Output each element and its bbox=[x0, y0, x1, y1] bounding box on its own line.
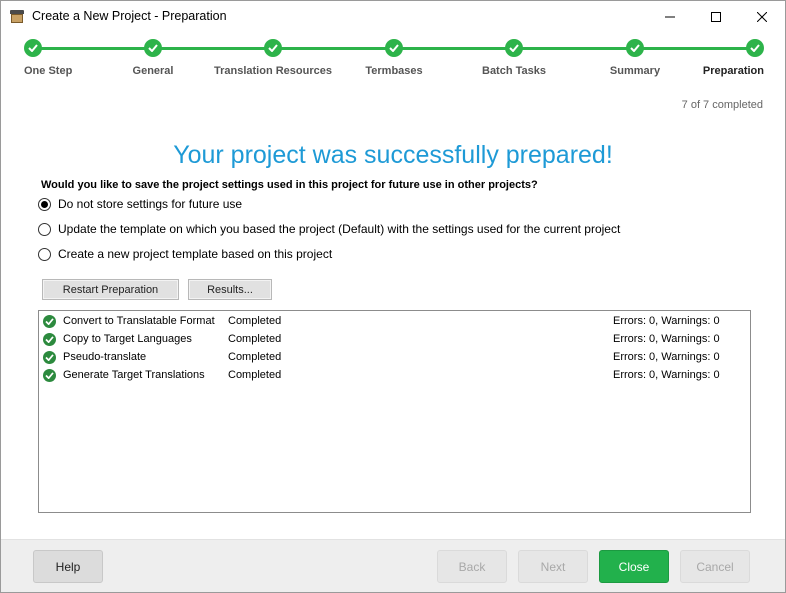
task-summary: Errors: 0, Warnings: 0 bbox=[613, 315, 720, 327]
checkmark-icon bbox=[385, 39, 403, 57]
list-item[interactable]: Convert to Translatable Format Completed… bbox=[39, 312, 750, 330]
maximize-button[interactable] bbox=[693, 1, 739, 32]
restart-preparation-button[interactable]: Restart Preparation bbox=[42, 279, 179, 300]
step-batch-tasks[interactable]: Batch Tasks bbox=[482, 39, 546, 79]
title-bar[interactable]: Create a New Project - Preparation bbox=[1, 1, 785, 32]
step-translation-resources[interactable]: Translation Resources bbox=[214, 39, 332, 79]
list-item[interactable]: Copy to Target Languages Completed Error… bbox=[39, 330, 750, 348]
task-name: Copy to Target Languages bbox=[63, 333, 192, 345]
option-label: Create a new project template based on t… bbox=[58, 247, 333, 261]
minimize-icon bbox=[665, 16, 675, 17]
task-status: Completed bbox=[228, 315, 282, 327]
results-button[interactable]: Results... bbox=[188, 279, 272, 300]
step-label: Termbases bbox=[365, 65, 423, 77]
option-update-template[interactable]: Update the template on which you based t… bbox=[38, 222, 620, 236]
wizard-footer: Help Back Next Close Cancel bbox=[1, 539, 785, 592]
step-termbases[interactable]: Termbases bbox=[365, 39, 423, 79]
list-item[interactable]: Generate Target Translations Completed E… bbox=[39, 366, 750, 384]
option-label: Do not store settings for future use bbox=[58, 197, 243, 211]
option-label: Update the template on which you based t… bbox=[58, 222, 621, 236]
window-title: Create a New Project - Preparation bbox=[32, 9, 227, 23]
task-status: Completed bbox=[228, 369, 282, 381]
checkmark-icon bbox=[626, 39, 644, 57]
option-create-template[interactable]: Create a new project template based on t… bbox=[38, 247, 332, 261]
task-name: Generate Target Translations bbox=[63, 369, 205, 381]
radio-selected-dot bbox=[41, 200, 48, 208]
minimize-button[interactable] bbox=[647, 1, 693, 32]
success-check-icon bbox=[43, 351, 56, 364]
next-button[interactable]: Next bbox=[518, 550, 588, 583]
option-do-not-store[interactable]: Do not store settings for future use bbox=[38, 197, 242, 211]
step-label: Summary bbox=[609, 65, 661, 77]
checkmark-icon bbox=[24, 39, 42, 57]
checkmark-icon bbox=[144, 39, 162, 57]
checkmark-icon bbox=[746, 39, 764, 57]
task-summary: Errors: 0, Warnings: 0 bbox=[613, 369, 720, 381]
radio-button[interactable] bbox=[38, 247, 51, 261]
cancel-button[interactable]: Cancel bbox=[680, 550, 750, 583]
step-preparation[interactable]: Preparation bbox=[703, 39, 764, 79]
step-label: One Step bbox=[24, 65, 73, 77]
maximize-icon bbox=[711, 11, 721, 22]
radio-button[interactable] bbox=[38, 197, 51, 211]
checkmark-icon bbox=[264, 39, 282, 57]
save-settings-question: Would you like to save the project setti… bbox=[41, 179, 538, 191]
task-results-list[interactable]: Convert to Translatable Format Completed… bbox=[38, 310, 751, 513]
task-status: Completed bbox=[228, 333, 282, 345]
checkmark-icon bbox=[505, 39, 523, 57]
step-summary[interactable]: Summary bbox=[610, 39, 660, 79]
close-window-button[interactable] bbox=[739, 1, 785, 32]
help-button[interactable]: Help bbox=[33, 550, 103, 583]
step-label: Preparation bbox=[702, 65, 764, 77]
task-name: Convert to Translatable Format bbox=[63, 315, 215, 327]
success-check-icon bbox=[43, 333, 56, 346]
back-button[interactable]: Back bbox=[437, 550, 507, 583]
task-summary: Errors: 0, Warnings: 0 bbox=[613, 351, 720, 363]
task-status: Completed bbox=[228, 351, 282, 363]
step-label: General bbox=[132, 65, 174, 77]
step-one-step[interactable]: One Step bbox=[24, 39, 72, 79]
step-label: Batch Tasks bbox=[482, 65, 546, 77]
wizard-window: Create a New Project - Preparation One S… bbox=[0, 0, 786, 593]
task-summary: Errors: 0, Warnings: 0 bbox=[613, 333, 720, 345]
success-check-icon bbox=[43, 369, 56, 382]
page-title: Your project was successfully prepared! bbox=[173, 141, 613, 169]
step-label: Translation Resources bbox=[214, 65, 332, 77]
task-name: Pseudo-translate bbox=[63, 351, 147, 363]
close-button[interactable]: Close bbox=[599, 550, 669, 583]
radio-button[interactable] bbox=[38, 222, 51, 236]
success-check-icon bbox=[43, 315, 56, 328]
progress-count: 7 of 7 completed bbox=[681, 99, 763, 111]
wizard-stepper: One Step General Translation Resources T… bbox=[1, 32, 785, 82]
step-general[interactable]: General bbox=[133, 39, 173, 79]
close-icon bbox=[757, 11, 767, 22]
list-item[interactable]: Pseudo-translate Completed Errors: 0, Wa… bbox=[39, 348, 750, 366]
project-box-icon bbox=[10, 10, 24, 23]
